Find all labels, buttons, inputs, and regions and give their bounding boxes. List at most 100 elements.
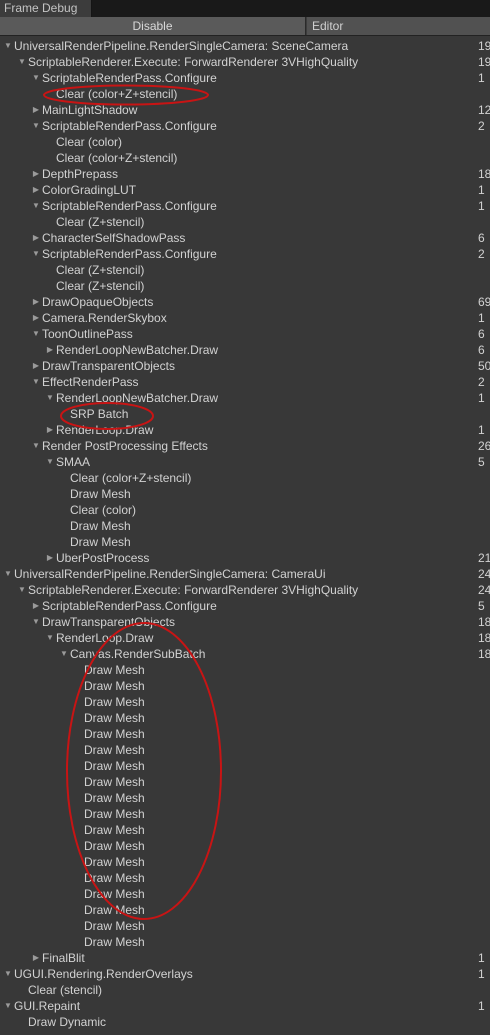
tree-row[interactable]: Draw Mesh (0, 758, 490, 774)
editor-dropdown[interactable]: Editor (307, 17, 490, 35)
tree-row[interactable]: Draw Mesh (0, 534, 490, 550)
tree-row[interactable]: ▼ Render PostProcessing Effects 26 (0, 438, 490, 454)
foldout-expanded-icon[interactable]: ▼ (3, 998, 13, 1014)
tree-row[interactable]: Draw Mesh (0, 822, 490, 838)
tree-row[interactable]: Draw Mesh (0, 790, 490, 806)
tree-row-count: 1 (478, 951, 485, 965)
tree-row[interactable]: ▼ ScriptableRenderPass.Configure 1 (0, 198, 490, 214)
tree-row[interactable]: Draw Mesh (0, 934, 490, 950)
tree-row[interactable]: Draw Mesh (0, 918, 490, 934)
tree-row[interactable]: Draw Mesh (0, 742, 490, 758)
tree-row[interactable]: ▶ Camera.RenderSkybox 1 (0, 310, 490, 326)
tree-row[interactable]: Draw Mesh (0, 854, 490, 870)
tree-row-label: ScriptableRenderPass.Configure (42, 199, 217, 213)
tree-row[interactable]: ▼ ScriptableRenderPass.Configure 2 (0, 246, 490, 262)
tree-row[interactable]: ▼ ToonOutlinePass 6 (0, 326, 490, 342)
tree-row[interactable]: Draw Mesh (0, 662, 490, 678)
tree-row[interactable]: ▼ UGUI.Rendering.RenderOverlays 1 (0, 966, 490, 982)
foldout-collapsed-icon[interactable]: ▶ (31, 310, 41, 326)
foldout-expanded-icon[interactable]: ▼ (17, 582, 27, 598)
tree-row[interactable]: Draw Mesh (0, 870, 490, 886)
foldout-expanded-icon[interactable]: ▼ (31, 246, 41, 262)
foldout-collapsed-icon[interactable]: ▶ (31, 950, 41, 966)
foldout-expanded-icon[interactable]: ▼ (17, 54, 27, 70)
tree-row[interactable]: ▼ UniversalRenderPipeline.RenderSingleCam… (0, 566, 490, 582)
foldout-expanded-icon[interactable]: ▼ (31, 374, 41, 390)
foldout-collapsed-icon[interactable]: ▶ (31, 294, 41, 310)
tree-row[interactable]: Clear (color) (0, 134, 490, 150)
tree-row[interactable]: Draw Mesh (0, 838, 490, 854)
tree-row[interactable]: ▼ SMAA 5 (0, 454, 490, 470)
foldout-expanded-icon[interactable]: ▼ (31, 614, 41, 630)
foldout-expanded-icon[interactable]: ▼ (31, 326, 41, 342)
foldout-expanded-icon[interactable]: ▼ (45, 630, 55, 646)
foldout-collapsed-icon[interactable]: ▶ (31, 598, 41, 614)
foldout-collapsed-icon[interactable]: ▶ (31, 358, 41, 374)
tree-row[interactable]: ▶ RenderLoopNewBatcher.Draw 6 (0, 342, 490, 358)
tree-row[interactable]: Clear (color+Z+stencil) (0, 470, 490, 486)
tree-row[interactable]: ▶ DrawTransparentObjects 50 (0, 358, 490, 374)
foldout-expanded-icon[interactable]: ▼ (45, 390, 55, 406)
tab-frame-debug[interactable]: Frame Debug (0, 0, 92, 17)
foldout-collapsed-icon[interactable]: ▶ (45, 342, 55, 358)
tree-row[interactable]: Draw Mesh (0, 806, 490, 822)
tree-row[interactable]: Draw Mesh (0, 726, 490, 742)
disable-button[interactable]: Disable (0, 17, 306, 35)
tree-row[interactable]: Clear (Z+stencil) (0, 262, 490, 278)
tree-row[interactable]: Clear (color+Z+stencil) (0, 150, 490, 166)
foldout-collapsed-icon[interactable]: ▶ (45, 550, 55, 566)
tree-row[interactable]: ▶ ColorGradingLUT 1 (0, 182, 490, 198)
tree-row[interactable]: ▼ ScriptableRenderer.Execute: ForwardRend… (0, 582, 490, 598)
foldout-expanded-icon[interactable]: ▼ (45, 454, 55, 470)
tree-row[interactable]: ▼ DrawTransparentObjects 18 (0, 614, 490, 630)
foldout-expanded-icon[interactable]: ▼ (3, 566, 13, 582)
tree-row[interactable]: Draw Mesh (0, 486, 490, 502)
tree-row[interactable]: ▼ ScriptableRenderPass.Configure 1 (0, 70, 490, 86)
tree-row[interactable]: ▼ Canvas.RenderSubBatch 18 (0, 646, 490, 662)
foldout-expanded-icon[interactable]: ▼ (31, 70, 41, 86)
tree-row-label: Draw Mesh (84, 679, 145, 693)
tree-row[interactable]: Draw Mesh (0, 886, 490, 902)
tree-row[interactable]: SRP Batch (0, 406, 490, 422)
tree-row[interactable]: Clear (Z+stencil) (0, 214, 490, 230)
tree-row[interactable]: Draw Mesh (0, 678, 490, 694)
foldout-expanded-icon[interactable]: ▼ (3, 966, 13, 982)
tree-row[interactable]: ▼ ScriptableRenderer.Execute: ForwardRend… (0, 54, 490, 70)
tree-row[interactable]: ▶ ScriptableRenderPass.Configure 5 (0, 598, 490, 614)
foldout-expanded-icon[interactable]: ▼ (59, 646, 69, 662)
tree-row[interactable]: ▶ FinalBlit 1 (0, 950, 490, 966)
tree-row[interactable]: Draw Mesh (0, 902, 490, 918)
foldout-collapsed-icon[interactable]: ▶ (31, 166, 41, 182)
tree-row[interactable]: Draw Mesh (0, 518, 490, 534)
tree-row[interactable]: ▶ CharacterSelfShadowPass 6 (0, 230, 490, 246)
tree-row[interactable]: ▼ RenderLoopNewBatcher.Draw 1 (0, 390, 490, 406)
tree-row[interactable]: Draw Mesh (0, 710, 490, 726)
foldout-collapsed-icon[interactable]: ▶ (31, 182, 41, 198)
tree-row[interactable]: ▶ DepthPrepass 18 (0, 166, 490, 182)
tree-row[interactable]: ▼ GUI.Repaint 1 (0, 998, 490, 1014)
foldout-collapsed-icon[interactable]: ▶ (31, 102, 41, 118)
tree-row[interactable]: Clear (stencil) (0, 982, 490, 998)
tree-row[interactable]: Draw Mesh (0, 774, 490, 790)
foldout-collapsed-icon[interactable]: ▶ (31, 230, 41, 246)
tree-row[interactable]: Clear (color+Z+stencil) (0, 86, 490, 102)
foldout-expanded-icon[interactable]: ▼ (3, 38, 13, 54)
tree-row[interactable]: Draw Dynamic (0, 1014, 490, 1030)
tree-row[interactable]: Clear (color) (0, 502, 490, 518)
tree-row[interactable]: ▼ UniversalRenderPipeline.RenderSingleCam… (0, 38, 490, 54)
tree-row[interactable]: Draw Mesh (0, 694, 490, 710)
foldout-expanded-icon[interactable]: ▼ (31, 118, 41, 134)
foldout-expanded-icon[interactable]: ▼ (31, 438, 41, 454)
tree-row[interactable]: ▼ ScriptableRenderPass.Configure 2 (0, 118, 490, 134)
tree-row[interactable]: ▶ MainLightShadow 12 (0, 102, 490, 118)
tree-row[interactable]: ▶ DrawOpaqueObjects 69 (0, 294, 490, 310)
tree-row-label: Render PostProcessing Effects (42, 439, 208, 453)
tree-row-label: Draw Mesh (84, 663, 145, 677)
tree-row[interactable]: ▼ EffectRenderPass 2 (0, 374, 490, 390)
tree-row[interactable]: ▶ UberPostProcess 21 (0, 550, 490, 566)
tree-row[interactable]: Clear (Z+stencil) (0, 278, 490, 294)
tree-row[interactable]: ▼ RenderLoop.Draw 18 (0, 630, 490, 646)
tree-row[interactable]: ▶ RenderLoop.Draw 1 (0, 422, 490, 438)
foldout-collapsed-icon[interactable]: ▶ (45, 422, 55, 438)
foldout-expanded-icon[interactable]: ▼ (31, 198, 41, 214)
